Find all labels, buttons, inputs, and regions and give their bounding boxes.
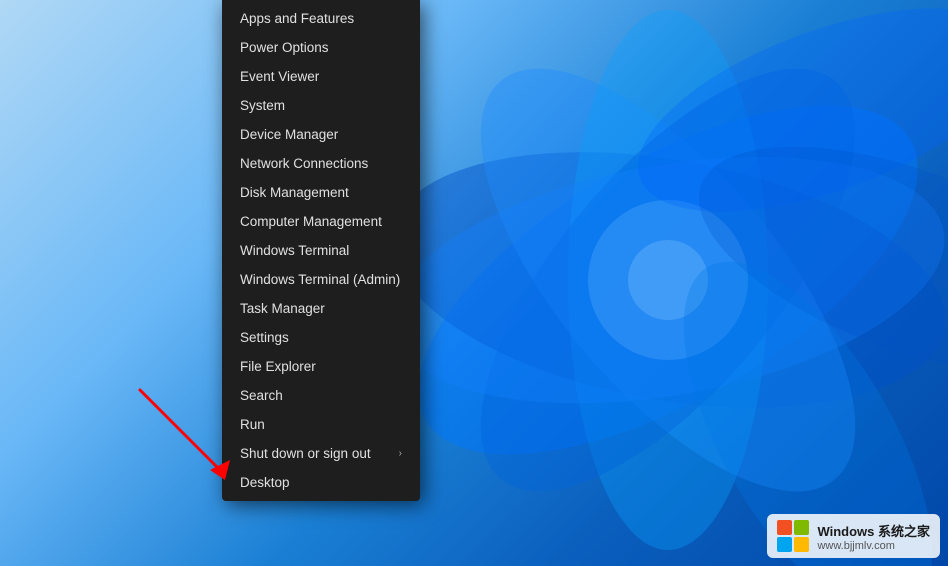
wallpaper-decoration	[328, 0, 948, 566]
watermark: Windows 系统之家 www.bjjmlv.com	[767, 514, 940, 558]
menu-item-search[interactable]: Search	[222, 381, 420, 410]
menu-item-shut-down-sign-out[interactable]: Shut down or sign out ›	[222, 439, 420, 468]
menu-item-label-power-options: Power Options	[240, 40, 329, 55]
menu-item-label-windows-terminal: Windows Terminal	[240, 243, 349, 258]
menu-item-label-task-manager: Task Manager	[240, 301, 325, 316]
menu-item-label-computer-management: Computer Management	[240, 214, 382, 229]
menu-item-windows-terminal-admin[interactable]: Windows Terminal (Admin)	[222, 265, 420, 294]
watermark-site-url: www.bjjmlv.com	[817, 540, 930, 552]
menu-item-event-viewer[interactable]: Event Viewer	[222, 62, 420, 91]
watermark-site-name: Windows 系统之家	[817, 521, 930, 540]
desktop-background	[0, 0, 948, 566]
menu-item-file-explorer[interactable]: File Explorer	[222, 352, 420, 381]
menu-item-network-connections[interactable]: Network Connections	[222, 149, 420, 178]
menu-item-disk-management[interactable]: Disk Management	[222, 178, 420, 207]
menu-item-system[interactable]: System	[222, 91, 420, 120]
chevron-icon-shut-down-sign-out: ›	[399, 448, 402, 459]
menu-item-label-apps-features: Apps and Features	[240, 11, 354, 26]
menu-item-label-device-manager: Device Manager	[240, 127, 338, 142]
menu-item-label-run: Run	[240, 417, 265, 432]
menu-item-desktop[interactable]: Desktop	[222, 468, 420, 497]
menu-item-run[interactable]: Run	[222, 410, 420, 439]
menu-item-power-options[interactable]: Power Options	[222, 33, 420, 62]
menu-item-label-settings: Settings	[240, 330, 289, 345]
menu-item-label-network-connections: Network Connections	[240, 156, 368, 171]
watermark-text: Windows 系统之家 www.bjjmlv.com	[817, 521, 930, 552]
menu-item-label-windows-terminal-admin: Windows Terminal (Admin)	[240, 272, 400, 287]
menu-item-device-manager[interactable]: Device Manager	[222, 120, 420, 149]
menu-item-label-file-explorer: File Explorer	[240, 359, 316, 374]
menu-item-label-event-viewer: Event Viewer	[240, 69, 319, 84]
menu-item-label-desktop: Desktop	[240, 475, 290, 490]
menu-item-task-manager[interactable]: Task Manager	[222, 294, 420, 323]
menu-item-label-search: Search	[240, 388, 283, 403]
menu-item-windows-terminal[interactable]: Windows Terminal	[222, 236, 420, 265]
menu-item-label-system: System	[240, 98, 285, 113]
menu-item-apps-features[interactable]: Apps and Features	[222, 4, 420, 33]
windows-logo-icon	[777, 520, 809, 552]
menu-item-label-shut-down-sign-out: Shut down or sign out	[240, 446, 371, 461]
menu-item-label-disk-management: Disk Management	[240, 185, 349, 200]
menu-item-settings[interactable]: Settings	[222, 323, 420, 352]
context-menu: Apps and Features Power Options Event View…	[222, 0, 420, 501]
menu-item-computer-management[interactable]: Computer Management	[222, 207, 420, 236]
